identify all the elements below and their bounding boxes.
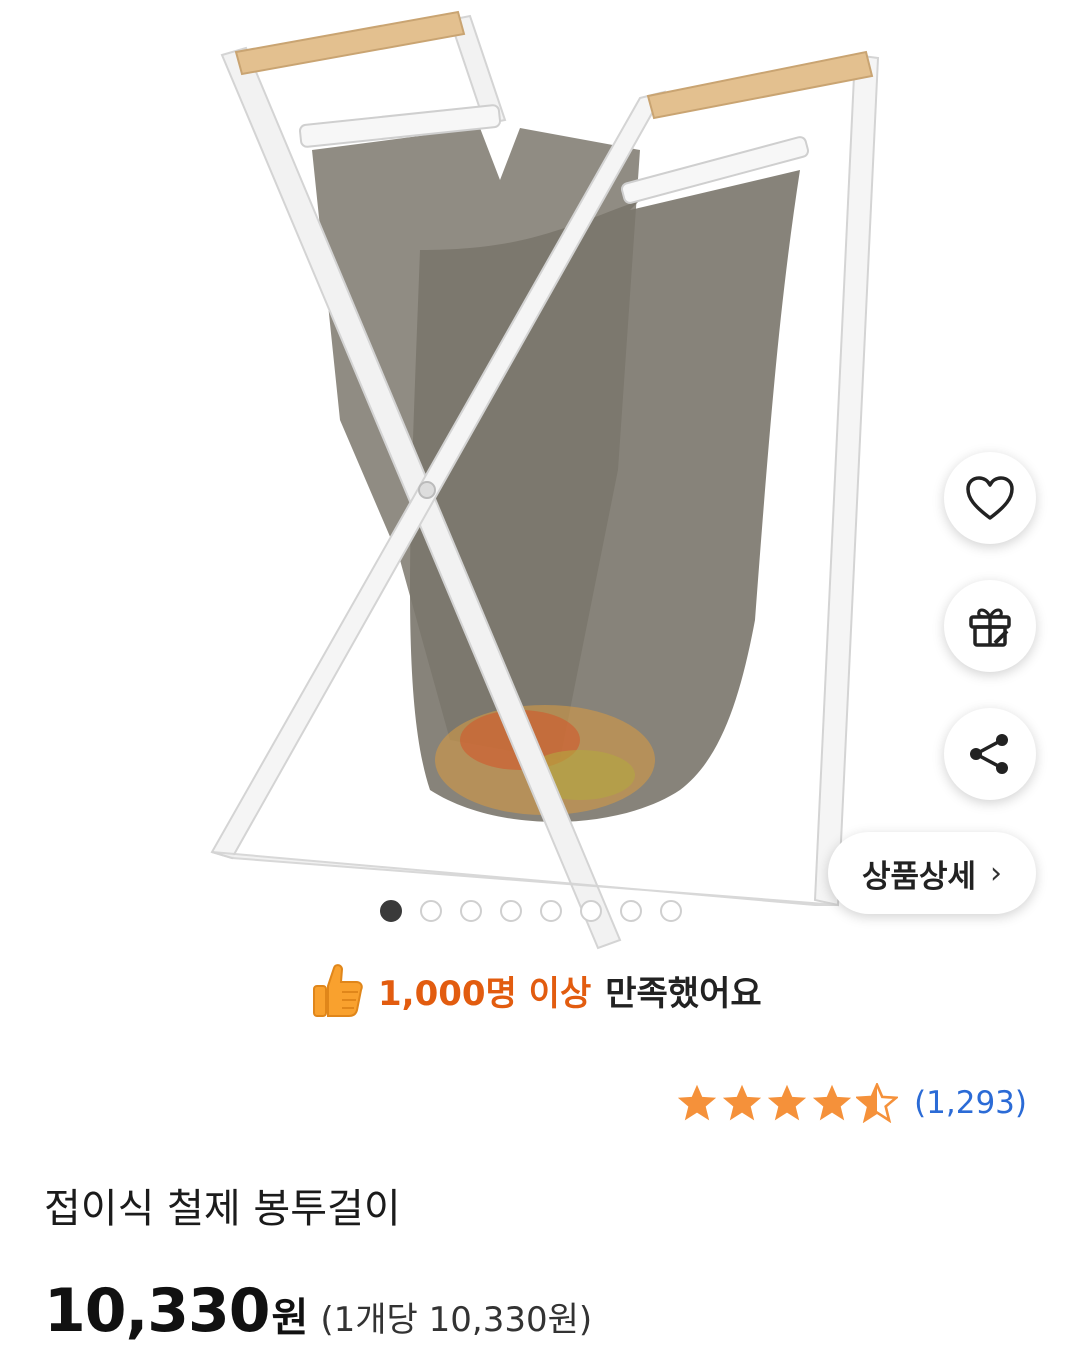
star-icon: [812, 1084, 852, 1121]
unit-price: (1개당 10,330원): [320, 1300, 593, 1340]
price-unit: 원: [271, 1295, 309, 1341]
wishlist-button[interactable]: [944, 452, 1036, 544]
pagination-dot[interactable]: [500, 900, 522, 922]
thumbs-up-icon: [313, 964, 363, 1017]
rating-summary[interactable]: (1,293): [676, 1083, 1027, 1123]
review-count-link[interactable]: (1,293): [914, 1085, 1027, 1121]
pagination-dot[interactable]: [540, 900, 562, 922]
product-detail-label: 상품상세: [861, 858, 977, 895]
pagination-dot[interactable]: [660, 900, 682, 922]
product-image-carousel[interactable]: [0, 0, 1075, 950]
satisfaction-text: 만족했어요: [605, 973, 762, 1014]
star-icon: [767, 1084, 807, 1121]
price-row: 10,330 원 (1개당 10,330원): [44, 1276, 592, 1346]
share-icon: [970, 734, 1008, 774]
pagination-dot[interactable]: [580, 900, 602, 922]
share-button[interactable]: [944, 708, 1036, 800]
star-icon: [722, 1084, 762, 1121]
image-pagination: [380, 900, 682, 922]
gift-button[interactable]: [944, 580, 1036, 672]
pagination-dot[interactable]: [420, 900, 442, 922]
satisfaction-count: 1,000명 이상: [378, 973, 592, 1014]
product-image: [210, 10, 880, 950]
gift-icon: [969, 608, 1011, 647]
heart-icon: [966, 476, 1014, 520]
price-amount: 10,330: [44, 1276, 271, 1346]
product-detail-button[interactable]: 상품상세 ›: [828, 832, 1036, 914]
product-title: 접이식 철제 봉투걸이: [44, 1186, 401, 1232]
star-icon: [677, 1084, 717, 1121]
pagination-dot[interactable]: [620, 900, 642, 922]
star-rating: [676, 1083, 899, 1123]
pagination-dot[interactable]: [460, 900, 482, 922]
satisfaction-banner: 1,000명 이상 만족했어요: [310, 958, 762, 1022]
half-star-icon: [856, 1083, 899, 1123]
pagination-dot[interactable]: [380, 900, 402, 922]
chevron-right-icon: ›: [990, 855, 1003, 891]
